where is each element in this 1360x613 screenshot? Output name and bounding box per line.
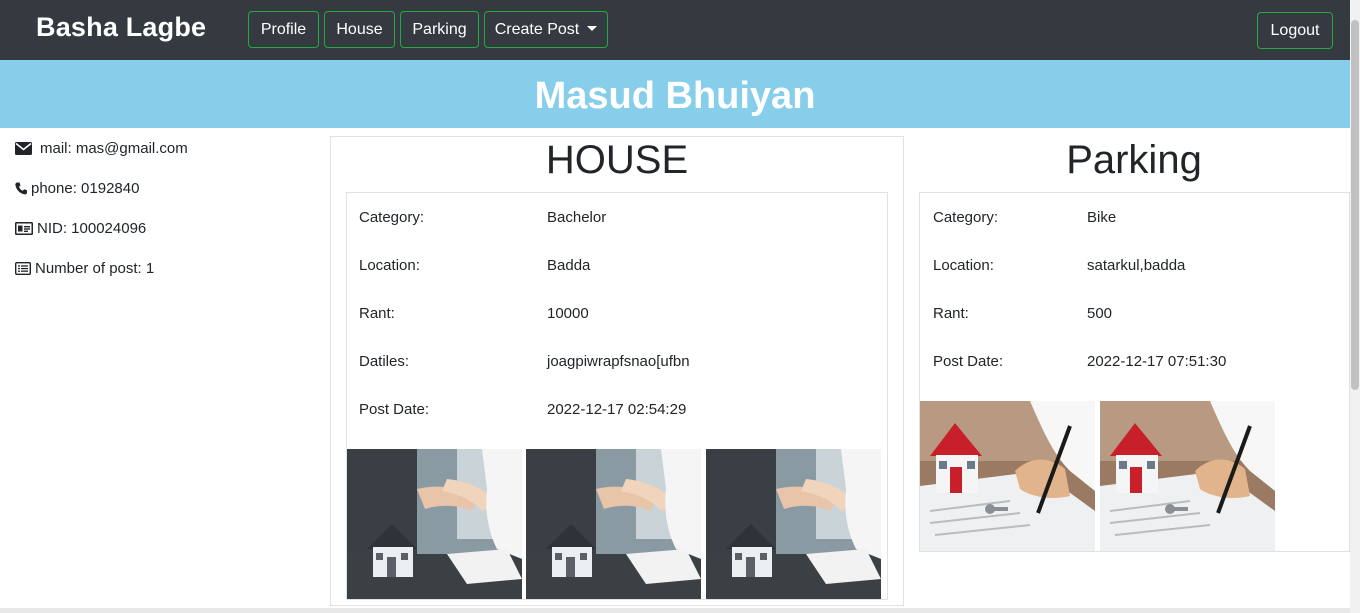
phone-info: phone: 0192840 <box>15 180 139 197</box>
handshake-house-photo-icon <box>347 449 522 599</box>
house-location-value: Badda <box>547 257 591 274</box>
profile-banner: Masud Bhuiyan <box>0 60 1350 128</box>
list-alt-icon <box>15 262 31 275</box>
parking-location-label: Location: <box>933 257 994 274</box>
house-details-value: joagpiwrapfsnao[ufbn <box>547 353 690 370</box>
parking-category-label: Category: <box>933 209 999 226</box>
id-card-icon <box>15 222 33 235</box>
scrollbar-thumb[interactable] <box>1351 20 1359 390</box>
phone-text: phone: 0192840 <box>31 180 140 197</box>
parking-category-value: Bike <box>1087 209 1117 226</box>
mail-info: mail: mas@gmail.com <box>15 140 188 157</box>
navbar: Basha Lagbe Profile House Parking Create… <box>0 0 1350 60</box>
signing-house-photo-icon <box>1100 401 1275 551</box>
parking-title: Parking <box>1066 138 1202 182</box>
house-title: HOUSE <box>545 138 689 182</box>
house-category-value: Bachelor <box>547 209 607 226</box>
house-rent-value: 10000 <box>547 305 589 322</box>
caret-down-icon <box>587 26 598 31</box>
handshake-house-photo-icon <box>706 449 881 599</box>
signing-house-photo-icon <box>920 401 1095 551</box>
house-details-label: Datiles: <box>359 353 410 370</box>
parking-rent-label: Rant: <box>933 305 969 322</box>
parking-post-date-label: Post Date: <box>933 353 1004 370</box>
posts-info: Number of post: 1 <box>15 260 154 277</box>
house-post-date-label: Post Date: <box>359 401 430 418</box>
nid-text: NID: 100024096 <box>37 220 147 237</box>
parking-post-date-value: 2022-12-17 07:51:30 <box>1087 353 1227 370</box>
house-photo-1[interactable] <box>347 449 522 599</box>
house-button[interactable]: House <box>324 11 395 48</box>
parking-location-value: satarkul,badda <box>1087 257 1186 274</box>
parking-rent-value: 500 <box>1087 305 1113 322</box>
handshake-house-photo-icon <box>526 449 701 599</box>
house-category-label: Category: <box>359 209 425 226</box>
nid-info: NID: 100024096 <box>15 220 146 237</box>
profile-button[interactable]: Profile <box>248 11 319 48</box>
house-photo-3[interactable] <box>706 449 881 599</box>
mail-text: mail: mas@gmail.com <box>40 140 188 157</box>
parking-button[interactable]: Parking <box>400 11 479 48</box>
envelope-icon <box>15 142 32 155</box>
house-photo-2[interactable] <box>526 449 701 599</box>
parking-photo-1[interactable] <box>920 401 1095 551</box>
posts-text: Number of post: 1 <box>35 260 155 277</box>
horizontal-scrollbar[interactable] <box>0 608 1350 613</box>
create-post-label: Create Post <box>494 21 580 38</box>
create-post-dropdown[interactable]: Create Post <box>484 11 608 48</box>
user-name: Masud Bhuiyan <box>534 75 816 117</box>
logout-button[interactable]: Logout <box>1257 12 1333 49</box>
brand-logo[interactable]: Basha Lagbe <box>36 12 206 43</box>
parking-photo-2[interactable] <box>1100 401 1275 551</box>
house-post-date-value: 2022-12-17 02:54:29 <box>547 401 687 418</box>
house-location-label: Location: <box>359 257 420 274</box>
house-rent-label: Rant: <box>359 305 395 322</box>
phone-icon <box>15 182 27 195</box>
